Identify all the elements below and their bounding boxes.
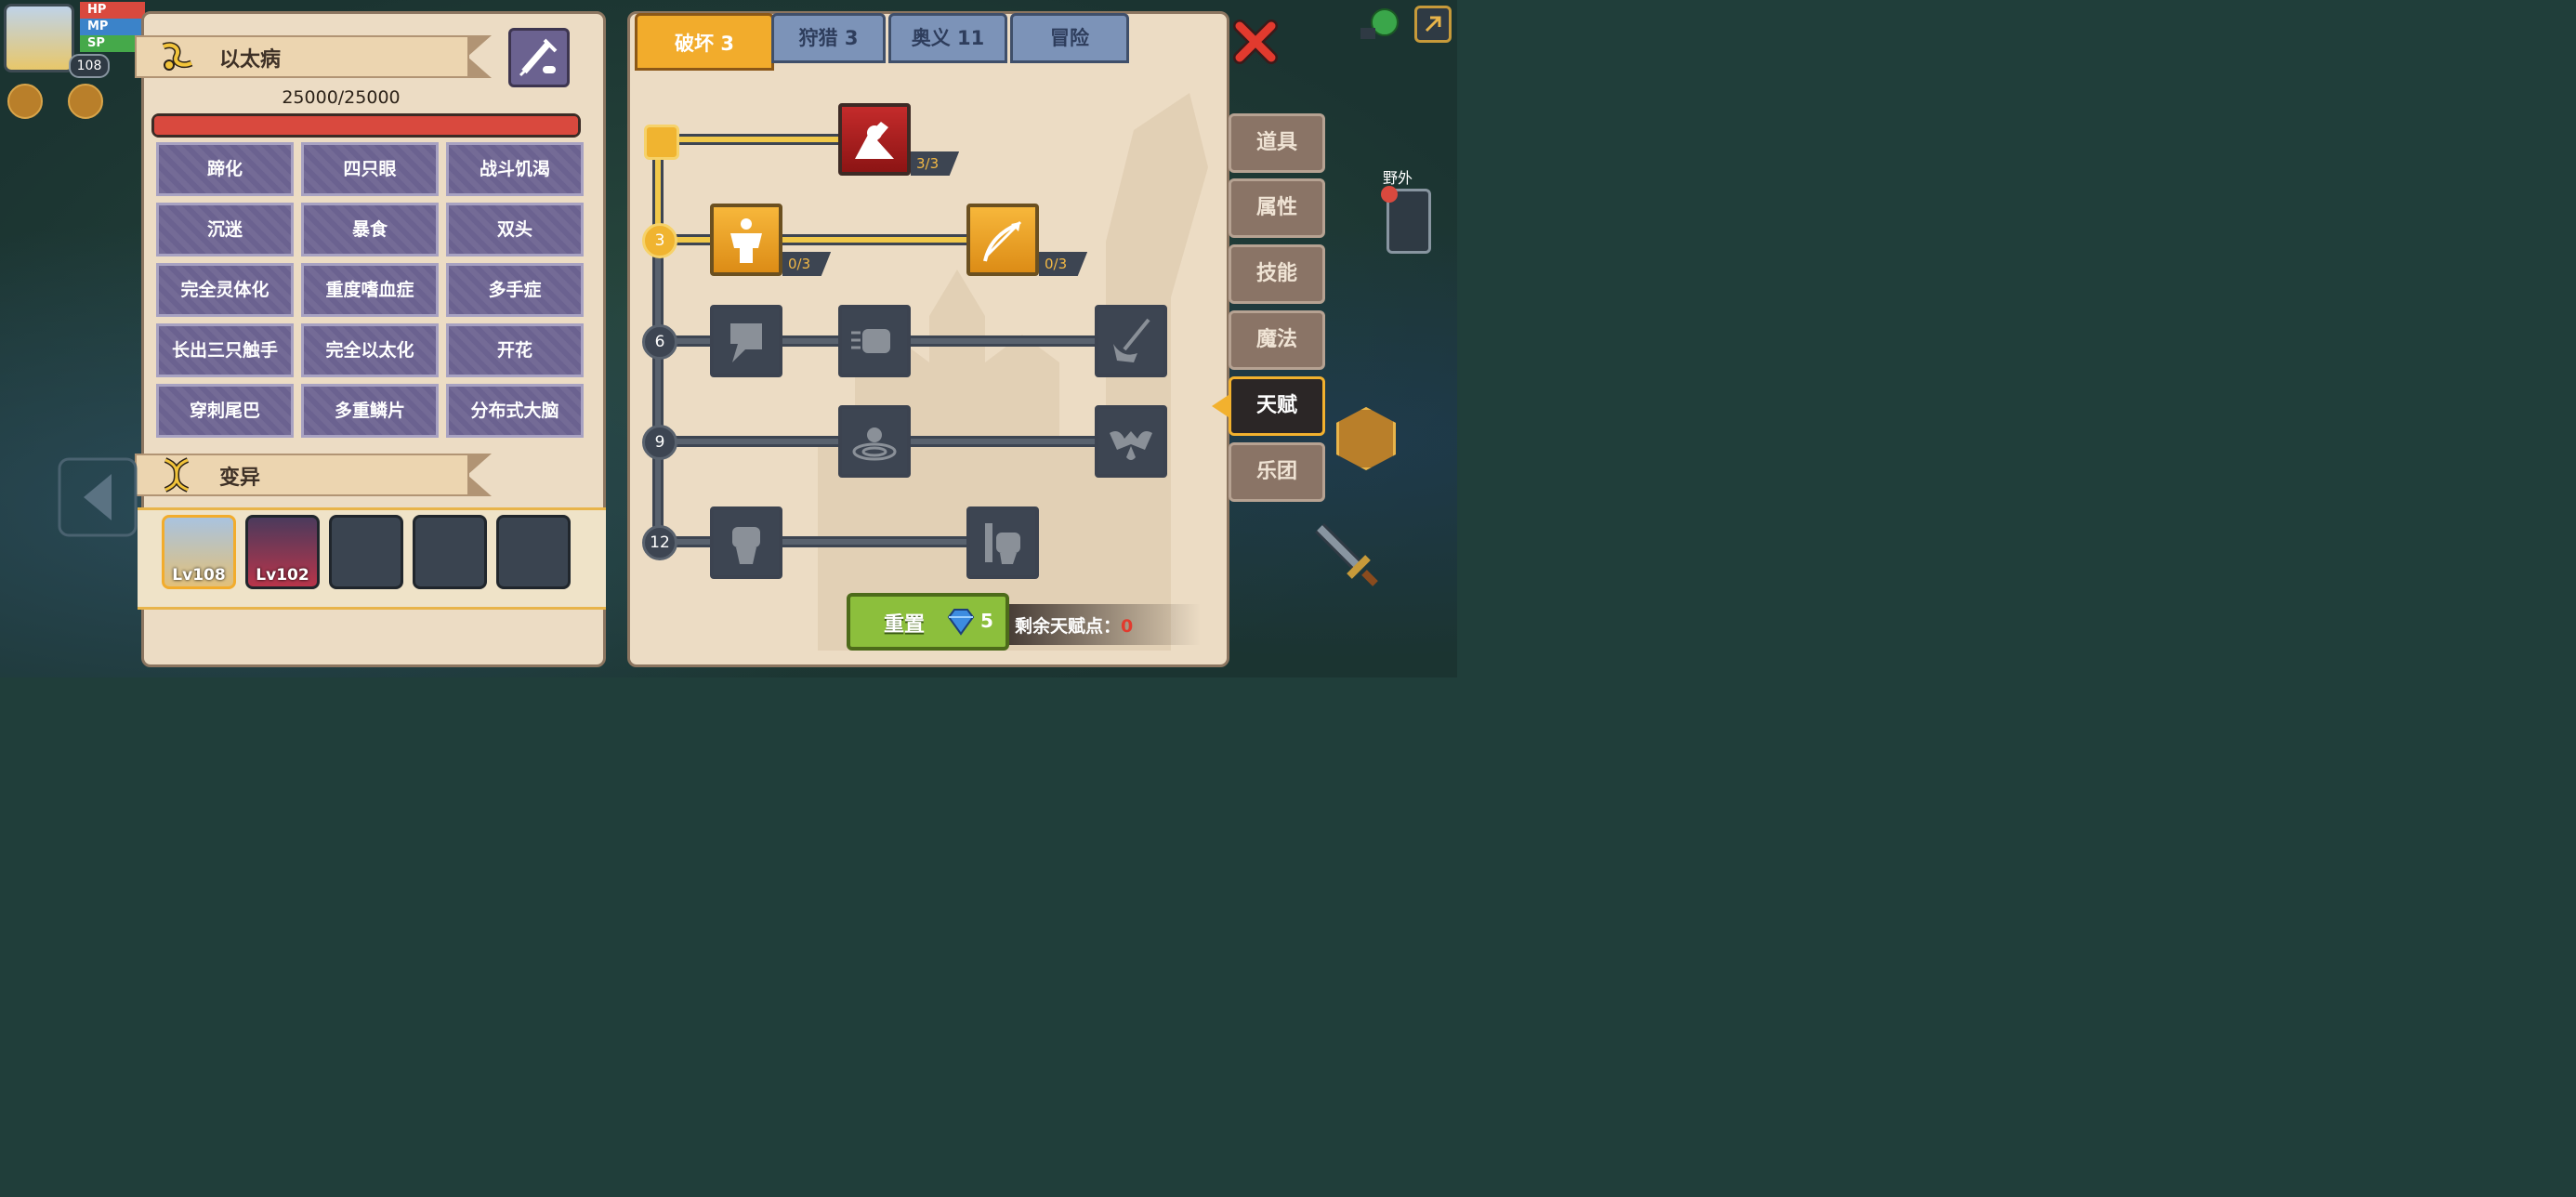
disease-hp-text: 25000/25000 (282, 87, 401, 108)
mutation-button[interactable]: 双头 (446, 203, 584, 256)
shockwave-icon (852, 428, 897, 461)
tab-adventure[interactable]: 冒险 (1010, 13, 1129, 63)
left-arrow-icon[interactable] (56, 455, 139, 539)
reset-label: 重置 (884, 613, 926, 637)
talent-slash-spark[interactable] (1095, 305, 1167, 377)
tab-destruction[interactable]: 破坏 3 (635, 13, 774, 71)
talent-arrow-strike[interactable] (966, 204, 1039, 276)
mutation-button[interactable]: 多手症 (446, 263, 584, 317)
minimap-label: 野外 (1383, 169, 1413, 187)
buff-icon[interactable] (7, 84, 43, 119)
level-marker-3: 3 (642, 223, 677, 258)
mutation-button[interactable]: 重度嗜血症 (301, 263, 439, 317)
close-icon[interactable] (1232, 19, 1279, 65)
hero-level-badge: 108 (69, 54, 110, 78)
shatter-icon (730, 323, 762, 362)
active-tab-pointer (1212, 395, 1229, 417)
mutation-button[interactable]: 沉迷 (156, 203, 294, 256)
disease-hp-bar (151, 113, 581, 138)
mutation-button[interactable]: 分布式大脑 (446, 384, 584, 438)
disease-title: 以太病 (219, 48, 282, 72)
side-tab-magic[interactable]: 魔法 (1229, 310, 1325, 370)
network-icon[interactable] (1357, 6, 1403, 43)
mutation-button[interactable]: 完全灵体化 (156, 263, 294, 317)
hero-portrait[interactable] (4, 4, 74, 72)
arrow-strike-icon (983, 220, 1022, 262)
mutation-button[interactable]: 完全以太化 (301, 323, 439, 377)
remaining-points: 剩余天赋点：0 (1015, 612, 1133, 638)
empty-slot[interactable] (413, 515, 487, 589)
cure-button[interactable] (508, 28, 570, 87)
expand-icon (1425, 16, 1441, 33)
slot-level: Lv108 (172, 566, 226, 585)
banner-tail (467, 454, 492, 496)
tree-root (644, 125, 679, 160)
sword-icon[interactable] (1312, 520, 1381, 589)
talent-muscle-body[interactable] (710, 204, 782, 276)
syringe-icon (519, 38, 558, 77)
talent-shockwave[interactable] (838, 405, 911, 478)
side-tab-attributes[interactable]: 属性 (1229, 178, 1325, 238)
hp-bar-fill (154, 116, 578, 135)
fist-guard-icon (985, 523, 1020, 564)
bat-drop-icon (1110, 431, 1152, 460)
companion-slot[interactable]: Lv102 (245, 515, 320, 589)
empty-slot[interactable] (329, 515, 403, 589)
sp-label: SP (87, 36, 105, 50)
notification-dot (1381, 186, 1398, 203)
tab-mystery[interactable]: 奥义 11 (888, 13, 1007, 63)
mutation-section-title: 变异 (219, 467, 261, 490)
mutation-button[interactable]: 四只眼 (301, 142, 439, 196)
mutation-button[interactable]: 蹄化 (156, 142, 294, 196)
fullscreen-button[interactable] (1414, 6, 1452, 43)
side-tab-skills[interactable]: 技能 (1229, 244, 1325, 304)
remaining-points-value: 0 (1121, 616, 1134, 637)
mutation-button[interactable]: 长出三只触手 (156, 323, 294, 377)
talent-fist-guard[interactable] (966, 506, 1039, 579)
hp-bar: HP (80, 2, 145, 19)
side-tab-items[interactable]: 道具 (1229, 113, 1325, 173)
side-tab-band[interactable]: 乐团 (1229, 442, 1325, 502)
mutation-button[interactable]: 暴食 (301, 203, 439, 256)
mutation-button[interactable]: 多重鳞片 (301, 384, 439, 438)
ether-disease-icon (162, 42, 193, 71)
fist-icon (732, 527, 760, 564)
muscle-body-icon (730, 218, 762, 263)
dna-icon (164, 457, 190, 493)
mp-label: MP (87, 20, 109, 33)
mutation-button[interactable]: 穿刺尾巴 (156, 384, 294, 438)
fist-speed-icon (851, 329, 890, 353)
slot-level: Lv102 (256, 566, 309, 585)
level-marker-9: 9 (642, 425, 677, 460)
talent-fist-speed[interactable] (838, 305, 911, 377)
mutation-button[interactable]: 战斗饥渴 (446, 142, 584, 196)
gem-icon (947, 609, 975, 636)
level-marker-6: 6 (642, 324, 677, 360)
level-marker-12: 12 (642, 525, 677, 560)
mp-bar: MP (80, 19, 145, 35)
talent-shatter[interactable] (710, 305, 782, 377)
reset-button[interactable]: 重置 5 (847, 593, 1009, 651)
hp-label: HP (87, 3, 107, 17)
remaining-points-label: 剩余天赋点： (1015, 616, 1122, 637)
tab-hunting[interactable]: 狩猎 3 (771, 13, 886, 63)
banner-tail (467, 35, 492, 78)
reset-cost: 5 (980, 610, 993, 632)
mutation-button[interactable]: 开花 (446, 323, 584, 377)
buff-icon[interactable] (68, 84, 103, 119)
empty-slot[interactable] (496, 515, 571, 589)
companion-slot[interactable]: Lv108 (162, 515, 236, 589)
talent-bat-drop[interactable] (1095, 405, 1167, 478)
side-tab-talent[interactable]: 天赋 (1229, 376, 1325, 436)
arm-wrestle-icon (855, 122, 894, 159)
talent-arm-wrestle[interactable] (838, 103, 911, 176)
slash-spark-icon (1113, 318, 1150, 362)
talent-fist[interactable] (710, 506, 782, 579)
